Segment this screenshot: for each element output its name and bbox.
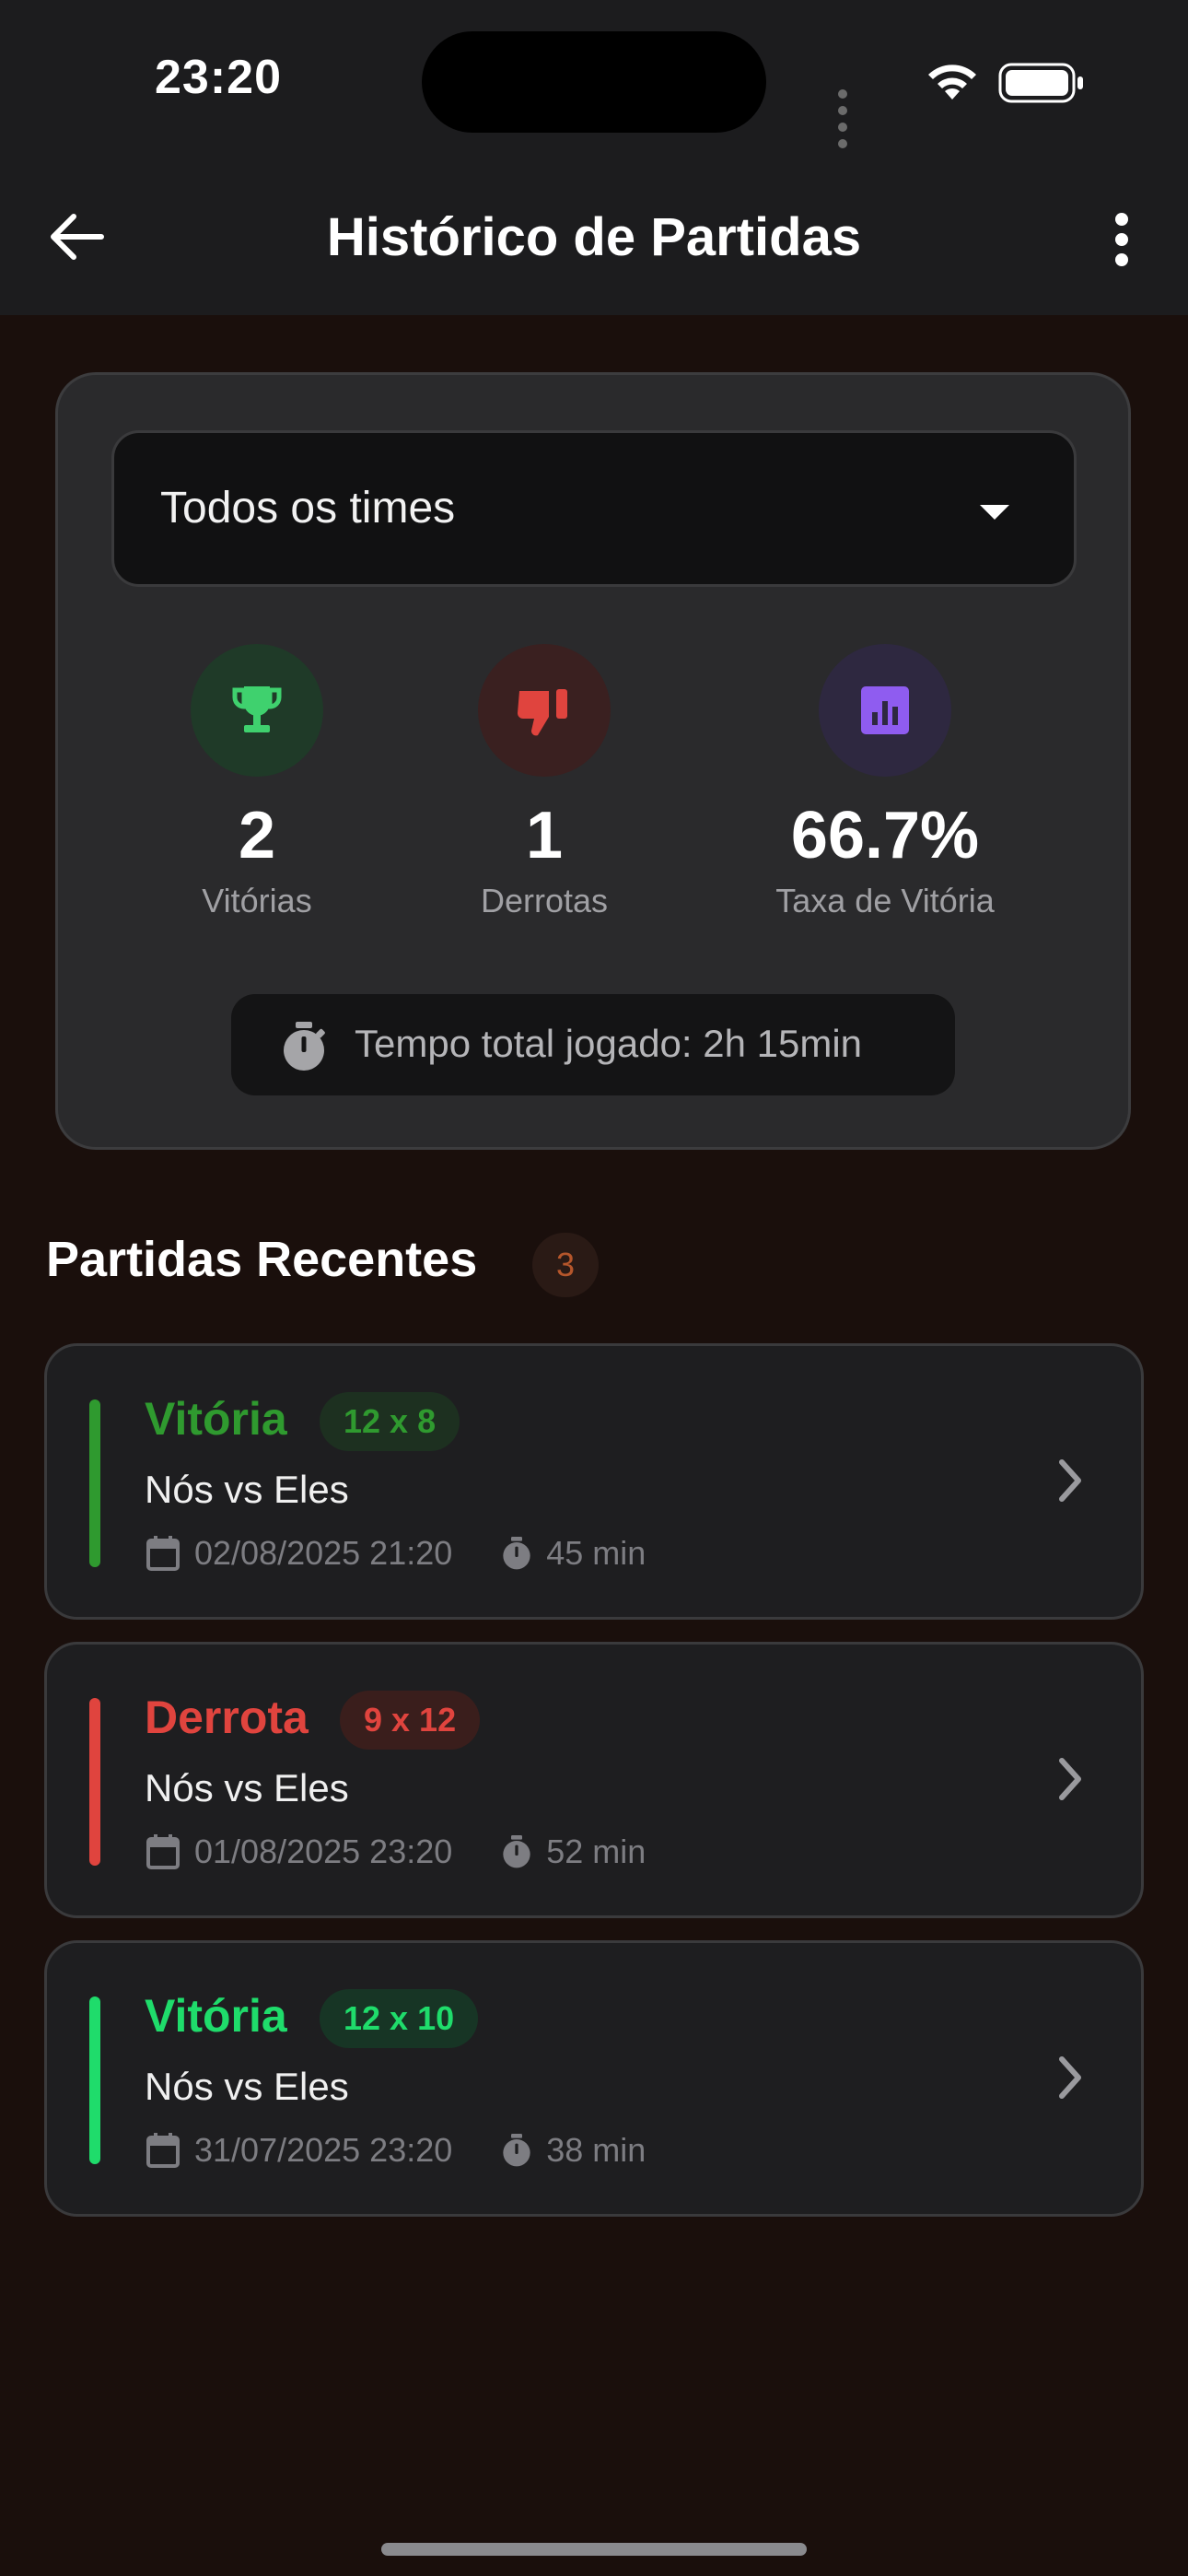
calendar-icon [146,2133,180,2168]
win-rate-label: Taxa de Vitória [775,882,995,919]
bar-chart-icon [861,686,909,734]
summary-card: Todos os times 2 Vitórias 1 Derrotas 66.… [55,372,1131,1150]
losses-stat: 1 Derrotas [406,644,682,920]
calendar-icon [146,1536,180,1571]
losses-value: 1 [525,799,564,872]
score-badge: 12 x 8 [320,1392,460,1451]
match-date: 02/08/2025 21:20 [194,1534,453,1572]
win-rate-icon-circle [819,644,951,777]
match-teams: Nós vs Eles [145,1468,349,1511]
stopwatch-icon [503,2134,530,2167]
dynamic-island [422,31,766,133]
status-time: 23:20 [155,51,282,104]
match-meta: 01/08/2025 23:20 52 min [145,1832,646,1871]
score-badge: 12 x 10 [320,1989,479,2048]
match-duration: 38 min [546,2131,646,2169]
match-card[interactable]: Vitória 12 x 10 Nós vs Eles 31/07/2025 2… [44,1940,1144,2217]
losses-label: Derrotas [480,882,609,919]
match-result: Derrota [145,1692,309,1743]
stopwatch-icon [284,1022,325,1071]
total-time-pill: Tempo total jogado: 2h 15min [231,994,955,1095]
match-teams: Nós vs Eles [145,1766,349,1809]
wins-stat: 2 Vitórias [119,644,395,920]
stopwatch-icon [503,1537,530,1570]
match-card[interactable]: Derrota 9 x 12 Nós vs Eles 01/08/2025 23… [44,1642,1144,1918]
recent-matches-title: Partidas Recentes [46,1232,478,1287]
match-date: 01/08/2025 23:20 [194,1832,453,1870]
match-result: Vitória [145,1393,287,1445]
wifi-icon [928,64,976,100]
battery-icon [998,63,1083,103]
match-duration: 52 min [546,1832,646,1870]
match-card[interactable]: Vitória 12 x 8 Nós vs Eles 02/08/2025 21… [44,1343,1144,1620]
page-title: Histórico de Partidas [326,207,862,267]
matches-count-badge: 3 [532,1233,599,1297]
result-accent-bar [89,1399,100,1567]
chevron-right-icon [1059,1758,1081,1800]
app-header: 23:20 Histórico de Partidas [0,0,1188,315]
team-filter-dropdown[interactable]: Todos os times [111,430,1077,587]
match-meta: 31/07/2025 23:20 38 min [145,2131,646,2170]
thumbs-down-icon [518,689,567,736]
win-rate-stat: 66.7% Taxa de Vitória [747,644,1023,920]
wins-label: Vitórias [202,882,312,919]
wins-icon-circle [191,644,323,777]
chevron-right-icon [1059,2056,1081,2099]
losses-icon-circle [478,644,611,777]
stopwatch-icon [503,1835,530,1868]
wins-value: 2 [238,799,276,872]
cellular-signal-icon [838,87,854,153]
result-accent-bar [89,1996,100,2164]
total-time-text: Tempo total jogado: 2h 15min [355,1022,863,1065]
win-rate-value: 66.7% [790,799,980,872]
trophy-icon [232,686,282,732]
score-badge: 9 x 12 [340,1691,481,1750]
match-result: Vitória [145,1990,287,2042]
team-filter-value: Todos os times [160,484,456,533]
match-teams: Nós vs Eles [145,2065,349,2108]
match-meta: 02/08/2025 21:20 45 min [145,1534,646,1573]
calendar-icon [146,1834,180,1869]
chevron-right-icon [1059,1459,1081,1502]
result-accent-bar [89,1698,100,1866]
more-options-icon[interactable] [1096,205,1147,275]
home-indicator[interactable] [381,2543,807,2556]
match-duration: 45 min [546,1534,646,1572]
dropdown-caret-icon [980,505,1009,520]
match-date: 31/07/2025 23:20 [194,2131,453,2169]
